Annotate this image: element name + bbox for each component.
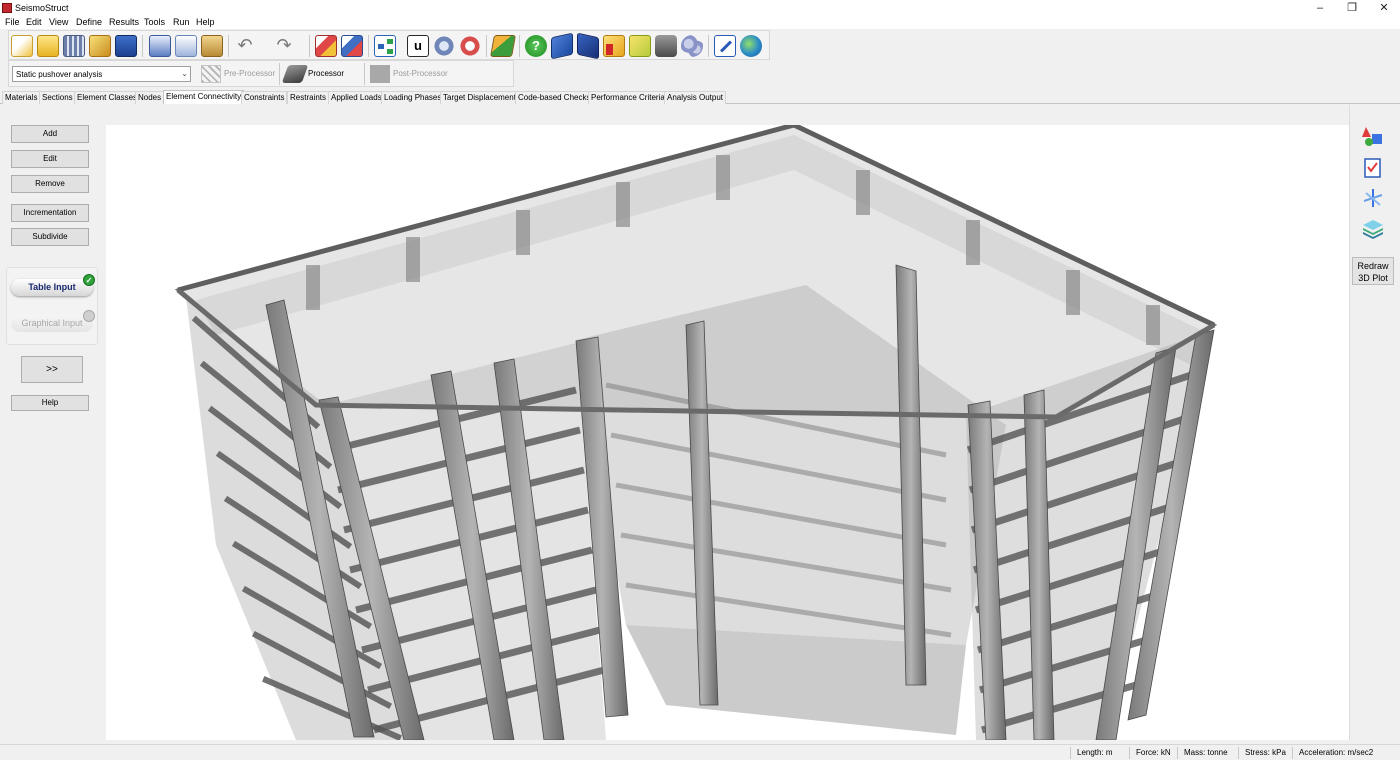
left-panel: Add Edit Remove Incrementation Subdivide… xyxy=(0,105,106,740)
main-toolbar: ↶ ↷ u ? xyxy=(8,30,770,60)
menu-run[interactable]: Run xyxy=(173,17,190,27)
tab-element-classes[interactable]: Element Classes xyxy=(74,91,141,104)
processor-toolbar: Static pushover analysis ⌄ Pre-Processor… xyxy=(8,60,514,87)
tab-restraints[interactable]: Restraints xyxy=(287,91,330,104)
manual-book-icon[interactable] xyxy=(551,32,573,60)
tab-materials[interactable]: Materials xyxy=(2,91,41,104)
tab-sections[interactable]: Sections xyxy=(39,91,76,104)
analysis-type-select[interactable]: Static pushover analysis ⌄ xyxy=(12,66,191,82)
menu-bar: File Edit View Define Results Tools Run … xyxy=(0,16,1400,29)
title-bar: SeismoStruct – ❐ ✕ xyxy=(0,0,1400,16)
edit-button[interactable]: Edit xyxy=(11,150,89,168)
pre-processor-icon xyxy=(201,64,221,83)
help-question-icon[interactable]: ? xyxy=(525,35,547,57)
menu-define[interactable]: Define xyxy=(76,17,102,27)
minimize-icon[interactable]: – xyxy=(1304,0,1336,16)
print-icon[interactable] xyxy=(149,35,171,57)
status-bar: Length: m Force: kN Mass: tonne Stress: … xyxy=(0,744,1400,760)
inactive-dot-icon xyxy=(83,310,95,322)
checkmark-icon: ✓ xyxy=(83,274,95,286)
menu-tools[interactable]: Tools xyxy=(144,17,165,27)
menu-help[interactable]: Help xyxy=(196,17,215,27)
length-unit: Length: m xyxy=(1077,748,1113,757)
verification-icon[interactable] xyxy=(629,35,651,57)
new-file-icon[interactable] xyxy=(11,35,33,57)
mass-unit: Mass: tonne xyxy=(1184,748,1228,757)
graphical-input-toggle[interactable]: Graphical Input xyxy=(11,310,95,332)
tab-applied-loads[interactable]: Applied Loads xyxy=(328,91,385,104)
building-3d-model xyxy=(174,125,1218,740)
help-button[interactable]: Help xyxy=(11,395,89,411)
examples-folder-icon[interactable] xyxy=(603,35,625,57)
acceleration-unit: Acceleration: m/sec2 xyxy=(1299,748,1374,757)
remove-button[interactable]: Remove xyxy=(11,175,89,193)
post-processor-icon xyxy=(370,64,390,83)
app-icon xyxy=(2,3,12,13)
units-icon[interactable]: u xyxy=(407,35,429,57)
paste-icon[interactable] xyxy=(201,35,223,57)
tab-element-connectivity[interactable]: Element Connectivity xyxy=(163,90,245,104)
table-input-toggle[interactable]: Table Input ✓ xyxy=(11,274,95,296)
notes-pencil-icon[interactable] xyxy=(714,35,736,57)
right-panel: Redraw 3D Plot xyxy=(1349,105,1400,740)
analysis-type-value: Static pushover analysis xyxy=(16,70,103,79)
structure-tree-icon[interactable] xyxy=(374,35,396,57)
tutorial-book-icon[interactable] xyxy=(577,32,599,60)
expand-panel-button[interactable]: >> xyxy=(21,356,83,383)
clean-brush-icon[interactable] xyxy=(490,35,516,57)
open-folder-icon[interactable] xyxy=(37,35,59,57)
pre-processor-button[interactable]: Pre-Processor xyxy=(201,64,275,84)
axes-icon[interactable] xyxy=(1362,187,1384,209)
tab-constraints[interactable]: Constraints xyxy=(241,91,288,104)
processor-button[interactable]: Processor xyxy=(281,64,344,84)
links-chain-icon[interactable] xyxy=(681,35,703,57)
3d-shapes-icon[interactable] xyxy=(1362,125,1384,147)
copy-icon[interactable] xyxy=(175,35,197,57)
wizard-icon[interactable] xyxy=(89,35,111,57)
tab-analysis-output[interactable]: Analysis Output xyxy=(664,91,727,104)
post-processor-button[interactable]: Post-Processor xyxy=(370,64,448,84)
window-title: SeismoStruct xyxy=(15,3,69,13)
module-tabs: Materials Sections Element Classes Nodes… xyxy=(0,90,1400,104)
stress-unit: Stress: kPa xyxy=(1245,748,1286,757)
save-icon[interactable] xyxy=(115,35,137,57)
add-button[interactable]: Add xyxy=(11,125,89,143)
3d-model-viewport[interactable] xyxy=(106,125,1349,740)
website-globe-icon[interactable] xyxy=(740,35,762,57)
insert-element-icon[interactable] xyxy=(315,35,337,57)
tab-nodes[interactable]: Nodes xyxy=(135,91,165,104)
tab-code-based-checks[interactable]: Code-based Checks xyxy=(515,91,594,104)
settings-gear-icon[interactable] xyxy=(433,35,455,57)
subdivide-button[interactable]: Subdivide xyxy=(11,228,89,246)
chevron-down-icon: ⌄ xyxy=(181,69,188,78)
restore-icon[interactable]: ❐ xyxy=(1336,0,1368,16)
layers-icon[interactable] xyxy=(1362,217,1384,239)
incrementation-button[interactable]: Incrementation xyxy=(11,204,89,222)
processor-chip-icon xyxy=(281,64,309,83)
checklist-icon[interactable] xyxy=(1362,157,1384,179)
undo-icon[interactable]: ↶ xyxy=(234,35,256,57)
project-settings-gear-icon[interactable] xyxy=(459,35,481,57)
tab-performance-criteria[interactable]: Performance Criteria xyxy=(588,91,668,104)
menu-results[interactable]: Results xyxy=(109,17,139,27)
menu-file[interactable]: File xyxy=(5,17,20,27)
menu-edit[interactable]: Edit xyxy=(26,17,42,27)
building-icon[interactable] xyxy=(63,35,85,57)
force-unit: Force: kN xyxy=(1136,748,1171,757)
menu-view[interactable]: View xyxy=(49,17,68,27)
tab-target-displacement[interactable]: Target Displacement xyxy=(440,91,519,104)
close-icon[interactable]: ✕ xyxy=(1368,0,1400,16)
input-mode-toggle: Table Input ✓ Graphical Input xyxy=(6,267,98,345)
video-film-icon[interactable] xyxy=(655,35,677,57)
edit-element-icon[interactable] xyxy=(341,35,363,57)
redo-icon[interactable]: ↷ xyxy=(273,35,295,57)
tab-loading-phases[interactable]: Loading Phases xyxy=(381,91,445,104)
redraw-3d-plot-button[interactable]: Redraw 3D Plot xyxy=(1352,257,1394,285)
